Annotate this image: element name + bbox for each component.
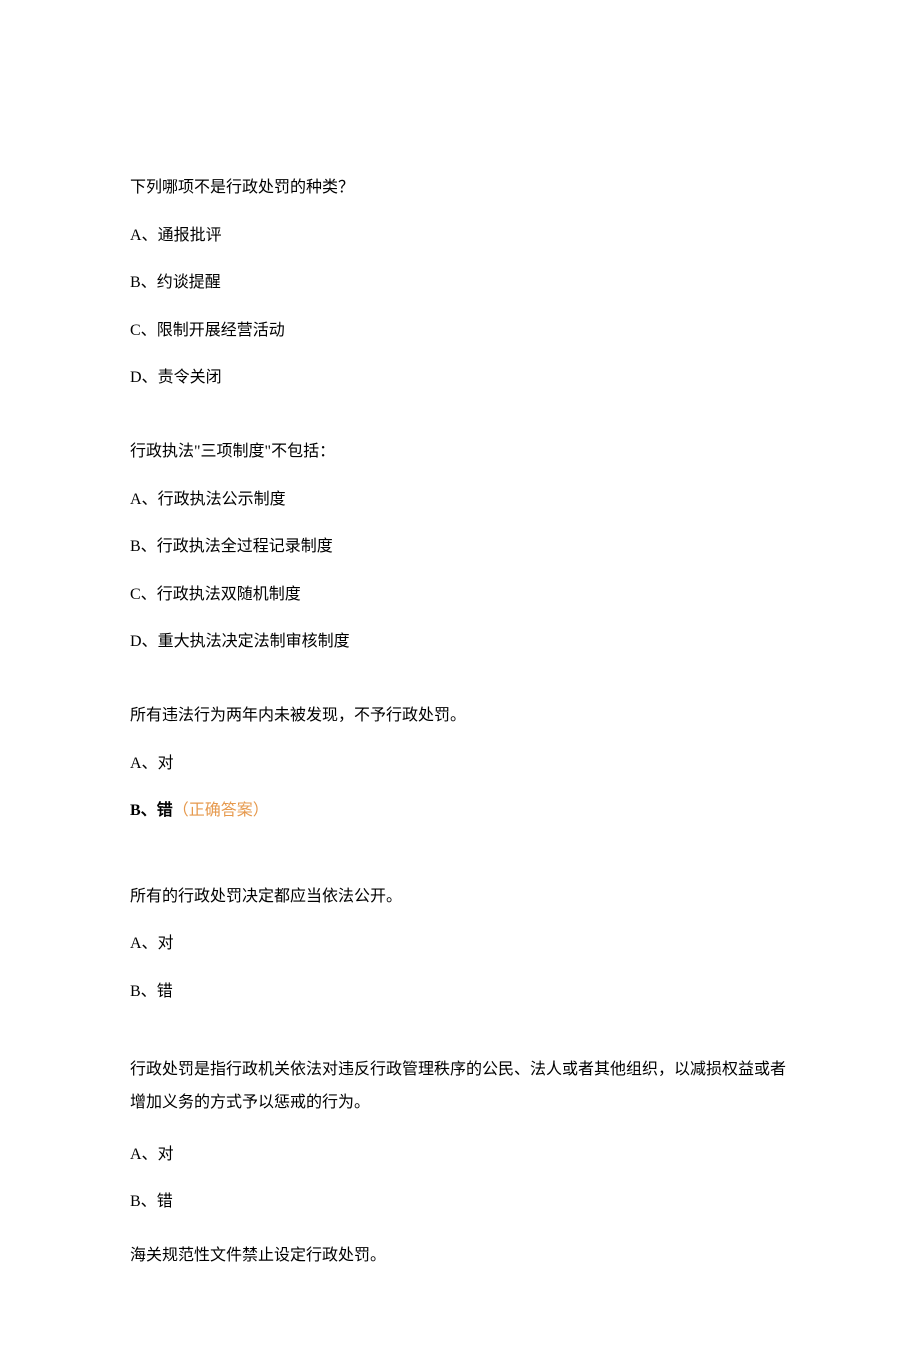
option-text: 错 — [157, 802, 173, 819]
option-label: C、 — [130, 586, 157, 603]
option-label: D、 — [130, 369, 158, 386]
option: B、约谈提醒 — [130, 270, 790, 296]
option: A、行政执法公示制度 — [130, 487, 790, 513]
question-text: 海关规范性文件禁止设定行政处罚。 — [130, 1243, 790, 1269]
question-text: 所有的行政处罚决定都应当依法公开。 — [130, 884, 790, 910]
option-text: 通报批评 — [158, 227, 222, 244]
option-label: A、 — [130, 935, 158, 952]
question-text: 下列哪项不是行政处罚的种类？ — [130, 175, 790, 201]
question-block: 行政处罚是指行政机关依法对违反行政管理秩序的公民、法人或者其他组织，以减损权益或… — [130, 1053, 790, 1215]
question-block: 所有的行政处罚决定都应当依法公开。 A、对 B、错 — [130, 884, 790, 1005]
option: A、对 — [130, 931, 790, 957]
question-text: 所有违法行为两年内未被发现，不予行政处罚。 — [130, 703, 790, 729]
option-label: C、 — [130, 322, 157, 339]
option-label: A、 — [130, 1146, 158, 1163]
document-page: 下列哪项不是行政处罚的种类？ A、通报批评 B、约谈提醒 C、限制开展经营活动 … — [0, 0, 920, 1356]
option: B、行政执法全过程记录制度 — [130, 534, 790, 560]
option: A、通报批评 — [130, 223, 790, 249]
question-block: 海关规范性文件禁止设定行政处罚。 — [130, 1243, 790, 1269]
option-text: 责令关闭 — [158, 369, 222, 386]
question-text: 行政执法"三项制度"不包括： — [130, 439, 790, 465]
option: A、对 — [130, 751, 790, 777]
option: A、对 — [130, 1142, 790, 1168]
option-text: 错 — [157, 1193, 173, 1210]
question-block: 下列哪项不是行政处罚的种类？ A、通报批评 B、约谈提醒 C、限制开展经营活动 … — [130, 175, 790, 391]
option-label: A、 — [130, 491, 158, 508]
option: C、限制开展经营活动 — [130, 318, 790, 344]
question-block: 所有违法行为两年内未被发现，不予行政处罚。 A、对 B、错（正确答案） — [130, 703, 790, 824]
option-label: A、 — [130, 227, 158, 244]
question-text: 行政处罚是指行政机关依法对违反行政管理秩序的公民、法人或者其他组织，以减损权益或… — [130, 1053, 790, 1120]
option: B、错 — [130, 1189, 790, 1215]
correct-answer-label: （正确答案） — [173, 802, 269, 819]
option-text: 对 — [158, 755, 174, 772]
option: B、错（正确答案） — [130, 798, 790, 824]
option-label: D、 — [130, 633, 158, 650]
option-text: 限制开展经营活动 — [157, 322, 285, 339]
option-text: 行政执法全过程记录制度 — [157, 538, 333, 555]
option-label: B、 — [130, 274, 157, 291]
option-label: B、 — [130, 538, 157, 555]
option: C、行政执法双随机制度 — [130, 582, 790, 608]
question-block: 行政执法"三项制度"不包括： A、行政执法公示制度 B、行政执法全过程记录制度 … — [130, 439, 790, 655]
option-text: 错 — [157, 983, 173, 1000]
option: B、错 — [130, 979, 790, 1005]
option-label: A、 — [130, 755, 158, 772]
option-text: 行政执法公示制度 — [158, 491, 286, 508]
option: D、重大执法决定法制审核制度 — [130, 629, 790, 655]
option-text: 对 — [158, 935, 174, 952]
option-label: B、 — [130, 1193, 157, 1210]
option-label: B、 — [130, 983, 157, 1000]
option-text: 重大执法决定法制审核制度 — [158, 633, 350, 650]
option: D、责令关闭 — [130, 365, 790, 391]
option-label: B、 — [130, 802, 157, 819]
option-text: 约谈提醒 — [157, 274, 221, 291]
option-text: 行政执法双随机制度 — [157, 586, 301, 603]
option-text: 对 — [158, 1146, 174, 1163]
